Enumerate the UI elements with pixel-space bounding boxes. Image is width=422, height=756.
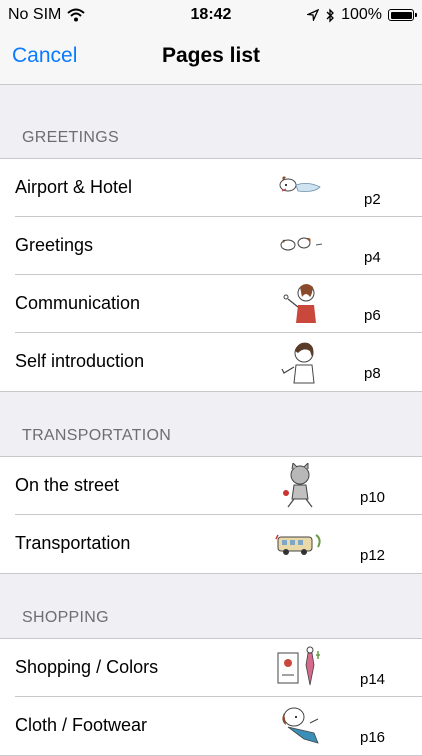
row-label: Airport & Hotel	[15, 177, 133, 197]
page-number: p6	[364, 307, 381, 324]
row-label: Transportation	[15, 533, 131, 553]
shop-window-illustration	[277, 646, 320, 686]
list-item[interactable]: Transportation p12	[0, 515, 422, 573]
status-right: 100%	[307, 6, 417, 24]
list-item[interactable]: Shopping / Colors p14	[0, 639, 422, 697]
bus-illustration	[275, 534, 321, 555]
list-item[interactable]: Greetings p4	[0, 217, 422, 275]
row-label: Shopping / Colors	[15, 657, 159, 677]
list-item[interactable]: Self introduction p8	[0, 333, 422, 391]
dog-lying-illustration	[279, 176, 321, 192]
dogs-bowing-illustration	[280, 237, 323, 251]
page-number: p12	[360, 547, 386, 564]
navigation-bar: Cancel Pages list	[0, 30, 422, 85]
row-label: Communication	[15, 293, 141, 313]
page-number: p8	[364, 365, 381, 382]
row-label: Cloth / Footwear	[15, 715, 148, 735]
list-item[interactable]: On the street p10	[0, 457, 422, 515]
page-number: p14	[360, 671, 386, 688]
girl-talking-illustration	[283, 284, 316, 323]
section-header-shopping: SHOPPING	[22, 609, 109, 626]
row-label: Greetings	[15, 235, 94, 255]
list-item[interactable]: Communication p6	[0, 275, 422, 333]
section-shopping: Shopping / Colors p14 Cloth / Footwear p…	[0, 638, 422, 756]
list-item[interactable]: Airport & Hotel p2	[0, 159, 422, 217]
section-header-transportation: TRANSPORTATION	[22, 427, 172, 444]
page-number: p16	[360, 729, 386, 746]
cat-walking-illustration	[283, 463, 313, 508]
battery-icon	[388, 9, 417, 21]
bluetooth-icon	[326, 7, 334, 23]
girl-pointing-illustration	[281, 342, 315, 384]
page-number: p2	[364, 191, 381, 208]
page-number: p4	[364, 249, 381, 266]
status-bar: No SIM 18:42 100%	[0, 0, 422, 30]
page-title: Pages list	[161, 44, 261, 67]
section-greetings: Airport & Hotel p2 Greetings p4 Communic…	[0, 158, 422, 392]
row-label: Self introduction	[15, 351, 145, 371]
row-label: On the street	[15, 475, 120, 495]
location-icon	[307, 9, 320, 21]
battery-percent: 100%	[341, 6, 382, 23]
pages-table[interactable]: GREETINGS Airport & Hotel p2 Greetings p…	[0, 85, 422, 756]
dog-scarf-illustration	[282, 707, 319, 744]
list-item[interactable]: Cloth / Footwear p16	[0, 697, 422, 755]
page-number: p10	[360, 489, 386, 506]
section-transportation: On the street p10 Transportation p12	[0, 456, 422, 574]
section-header-greetings: GREETINGS	[22, 129, 119, 146]
